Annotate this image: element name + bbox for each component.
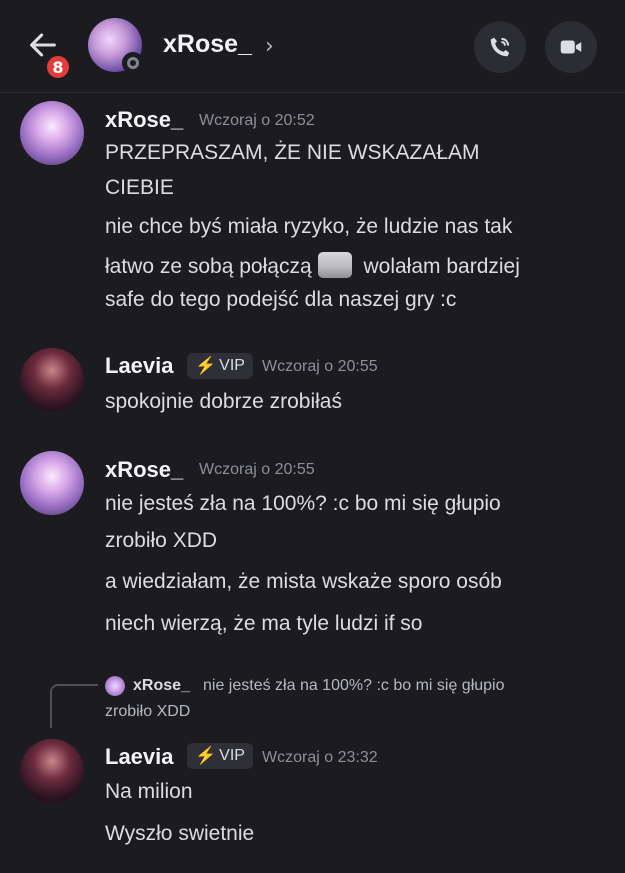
reply-connector (50, 684, 98, 728)
phone-call-icon (490, 37, 510, 57)
message-author[interactable]: Laevia (105, 353, 174, 379)
message-text: Na milion (105, 780, 193, 803)
cat-emoji-icon (317, 252, 352, 278)
message-timestamp: Wczoraj o 20:52 (199, 112, 315, 129)
message-timestamp: Wczoraj o 20:55 (199, 461, 315, 478)
vip-label: VIP (219, 747, 245, 764)
voice-call-button[interactable] (474, 21, 526, 73)
chat-header: 8 xRose_ › (0, 0, 625, 93)
message-text: niech wierzą, że ma tyle ludzi if so (105, 612, 423, 635)
message-timestamp: Wczoraj o 23:32 (262, 749, 378, 766)
message-author[interactable]: Laevia (105, 744, 174, 770)
reply-author[interactable]: xRose_ (133, 677, 190, 695)
message-text-part: łatwo ze sobą połączą (105, 255, 312, 278)
reply-preview[interactable]: nie jesteś zła na 100%? :c bo mi się głu… (203, 677, 505, 695)
video-call-button[interactable] (545, 21, 597, 73)
vip-badge: ⚡ VIP (187, 743, 253, 769)
chat-title[interactable]: xRose_ (163, 30, 252, 59)
avatar[interactable] (20, 451, 84, 515)
lightning-icon: ⚡ (195, 356, 217, 375)
message-text: spokojnie dobrze zrobiłaś (105, 390, 342, 413)
vip-badge: ⚡ VIP (187, 353, 253, 379)
video-camera-icon (560, 40, 582, 54)
message-text-part: wolałam bardziej (363, 255, 520, 278)
avatar[interactable] (20, 739, 84, 803)
reply-preview[interactable]: zrobiło XDD (105, 703, 190, 721)
lightning-icon: ⚡ (195, 746, 217, 765)
avatar[interactable] (20, 101, 84, 165)
message-text: CIEBIE (105, 176, 174, 199)
reply-avatar (105, 676, 125, 696)
status-offline-icon (122, 52, 144, 74)
message-text: nie jesteś zła na 100%? :c bo mi się głu… (105, 492, 501, 515)
chevron-right-icon[interactable]: › (265, 34, 274, 59)
unread-badge: 8 (44, 53, 72, 81)
message-timestamp: Wczoraj o 20:55 (262, 358, 378, 375)
message-text: nie chce byś miała ryzyko, że ludzie nas… (105, 215, 513, 238)
message-author[interactable]: xRose_ (105, 457, 183, 483)
message-text: safe do tego podejść dla naszej gry :c (105, 288, 457, 311)
message-author[interactable]: xRose_ (105, 107, 183, 133)
vip-label: VIP (219, 357, 245, 374)
message-text: a wiedziałam, że mista wskaże sporo osób (105, 570, 502, 593)
message-text: zrobiło XDD (105, 529, 218, 552)
message-text: PRZEPRASZAM, ŻE NIE WSKAZAŁAM (105, 141, 480, 164)
message-text: łatwo ze sobą połączą wolałam bardziej (105, 252, 520, 279)
avatar[interactable] (20, 348, 84, 412)
message-text: Wyszło swietnie (105, 822, 255, 845)
